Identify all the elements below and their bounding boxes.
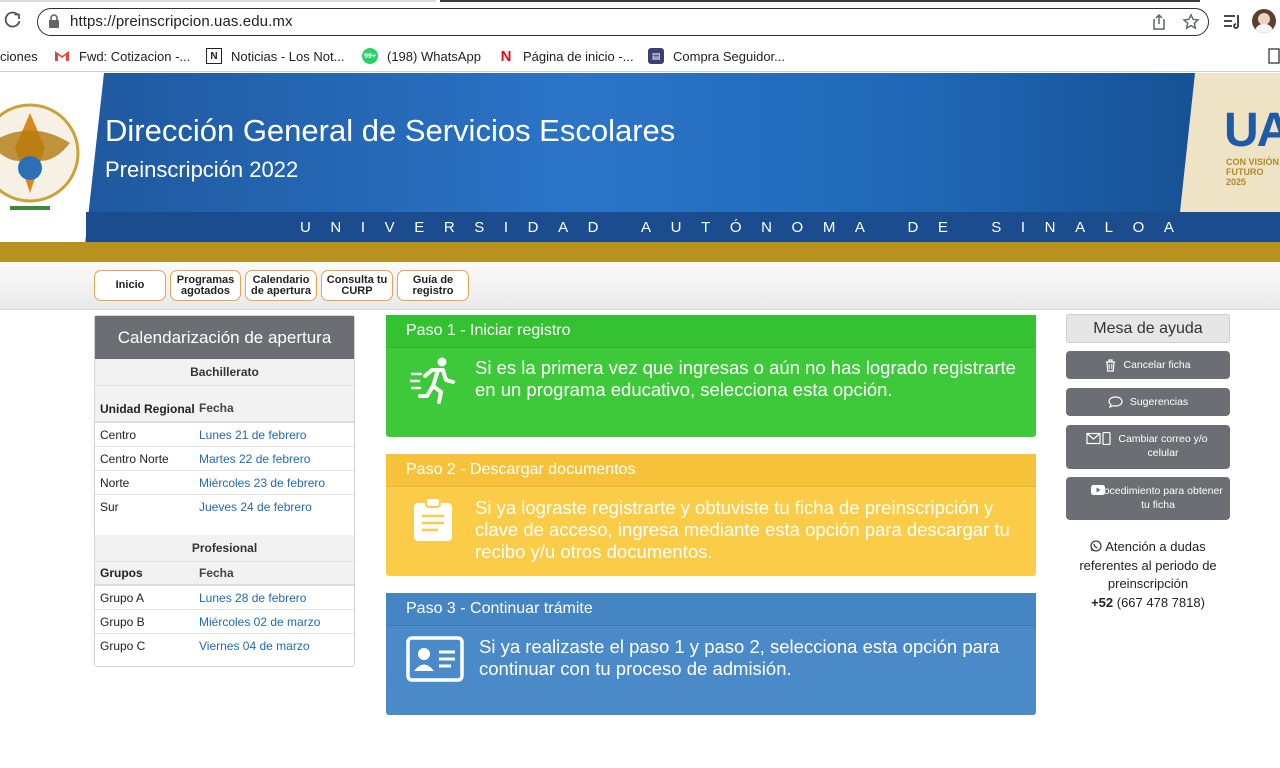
- bookmark-netflix[interactable]: N Página de inicio -...: [498, 46, 634, 66]
- step-1-description: Si es la primera vez que ingresas o aún …: [475, 357, 1016, 400]
- phone-number[interactable]: (667 478 7818): [1117, 595, 1205, 610]
- trash-icon: [1106, 358, 1116, 372]
- tab-strip-active-edge: [440, 0, 1200, 2]
- nav-guia-button[interactable]: Guía de registro: [397, 270, 469, 301]
- step-3-title: Paso 3 - Continuar trámite: [386, 593, 1036, 626]
- university-name: UNIVERSIDAD AUTÓNOMA DE SINALOA: [300, 219, 1194, 236]
- lock-icon[interactable]: [48, 14, 60, 28]
- cambiar-correo-button[interactable]: Cambiar correo y/o celular: [1066, 425, 1230, 469]
- gold-stripe: [0, 242, 1280, 262]
- bookmarks-bar: ciones Fwd: Cotizacion -... N Noticias -…: [0, 40, 1280, 72]
- profile-avatar[interactable]: [1252, 9, 1276, 33]
- bookmark-whatsapp[interactable]: 99+ (198) WhatsApp: [362, 46, 481, 66]
- table-row: Grupo B Miércoles 02 de marzo: [95, 610, 354, 634]
- tab-strip-edge: [0, 0, 436, 2]
- step-3-card[interactable]: Paso 3 - Continuar trámite Si ya realiza…: [386, 593, 1036, 715]
- step-2-description: Si ya lograste registrarte y obtuviste t…: [475, 497, 1010, 562]
- step-1-title: Paso 1 - Iniciar registro: [386, 315, 1036, 348]
- nav-programas-button[interactable]: Programas agotados: [170, 270, 241, 301]
- help-desk-title: Mesa de ayuda: [1066, 314, 1230, 343]
- step-2-title: Paso 2 - Descargar documentos: [386, 454, 1036, 487]
- gmail-icon: [55, 51, 69, 61]
- shop-icon: ▤: [648, 48, 664, 64]
- procedimiento-ficha-button[interactable]: Procedimiento para obtener tu ficha: [1066, 477, 1230, 520]
- uas-2025-logo: UA CON VISIÓN FUTURO 2025: [1180, 73, 1280, 212]
- calendar-section-bachillerato: Bachillerato: [95, 359, 354, 386]
- step-2-card[interactable]: Paso 2 - Descargar documentos Si ya logr…: [386, 454, 1036, 576]
- reload-icon[interactable]: [4, 11, 22, 29]
- table-row: Centro Lunes 21 de febrero: [95, 423, 354, 447]
- id-card-icon: [406, 636, 464, 682]
- clipboard-icon: [414, 498, 452, 541]
- table-row: Norte Miércoles 23 de febrero: [95, 471, 354, 495]
- whatsapp-icon: 99+: [362, 48, 378, 64]
- uas-seal-icon: [0, 103, 80, 210]
- table-row: Grupo A Lunes 28 de febrero: [95, 586, 354, 610]
- reading-list-icon[interactable]: [1222, 11, 1242, 31]
- comment-icon: [1108, 396, 1123, 408]
- nav-calendario-button[interactable]: Calendario de apertura: [245, 270, 317, 301]
- calendar-title: Calendarización de apertura: [95, 316, 354, 359]
- phone-prefix: +52: [1091, 594, 1114, 610]
- step-1-card[interactable]: Paso 1 - Iniciar registro Si es la prime…: [386, 315, 1036, 437]
- table-row: Centro Norte Martes 22 de febrero: [95, 447, 354, 471]
- nav-curp-button[interactable]: Consulta tu CURP: [321, 270, 393, 301]
- share-icon[interactable]: [1150, 13, 1168, 31]
- calendar-panel: Calendarización de apertura Bachillerato…: [94, 315, 355, 667]
- youtube-icon: [1091, 485, 1105, 495]
- other-bookmarks-icon[interactable]: [1268, 48, 1280, 64]
- sugerencias-button[interactable]: Sugerencias: [1066, 388, 1230, 416]
- noticias-icon: N: [206, 48, 222, 64]
- site-header: Dirección General de Servicios Escolares…: [0, 73, 1280, 242]
- bookmark-star-icon[interactable]: [1182, 13, 1200, 31]
- bookmark-ciones[interactable]: ciones: [0, 46, 38, 66]
- mail-phone-icon: [1086, 432, 1111, 445]
- bookmark-gmail[interactable]: Fwd: Cotizacion -...: [54, 46, 190, 66]
- page-subtitle: Preinscripción 2022: [105, 157, 299, 182]
- table-row: Sur Jueves 24 de febrero: [100, 500, 312, 514]
- browser-toolbar: https://preinscripcion.uas.edu.mx: [0, 0, 1280, 40]
- table-header: Unidad Regional Fecha: [95, 386, 354, 423]
- nav-inicio-button[interactable]: Inicio: [94, 270, 166, 301]
- step-3-description: Si ya realizaste el paso 1 y paso 2, sel…: [479, 636, 1000, 679]
- table-header: Grupos Fecha: [95, 562, 354, 586]
- page-title: Dirección General de Servicios Escolares: [105, 113, 676, 148]
- help-contact-info: Atención a dudas referentes al periodo d…: [1066, 538, 1230, 612]
- bookmark-noticias[interactable]: N Noticias - Los Not...: [206, 46, 344, 66]
- calendar-section-profesional: Profesional: [95, 535, 354, 562]
- cancel-ficha-button[interactable]: Cancelar ficha: [1066, 351, 1230, 379]
- table-row: Grupo C Viernes 04 de marzo: [100, 639, 310, 653]
- whatsapp-icon: [1090, 540, 1102, 552]
- bookmark-compra[interactable]: ▤ Compra Seguidor...: [648, 46, 785, 66]
- running-person-icon: [410, 357, 455, 404]
- url-text[interactable]: https://preinscripcion.uas.edu.mx: [70, 13, 293, 30]
- netflix-icon: N: [500, 47, 512, 65]
